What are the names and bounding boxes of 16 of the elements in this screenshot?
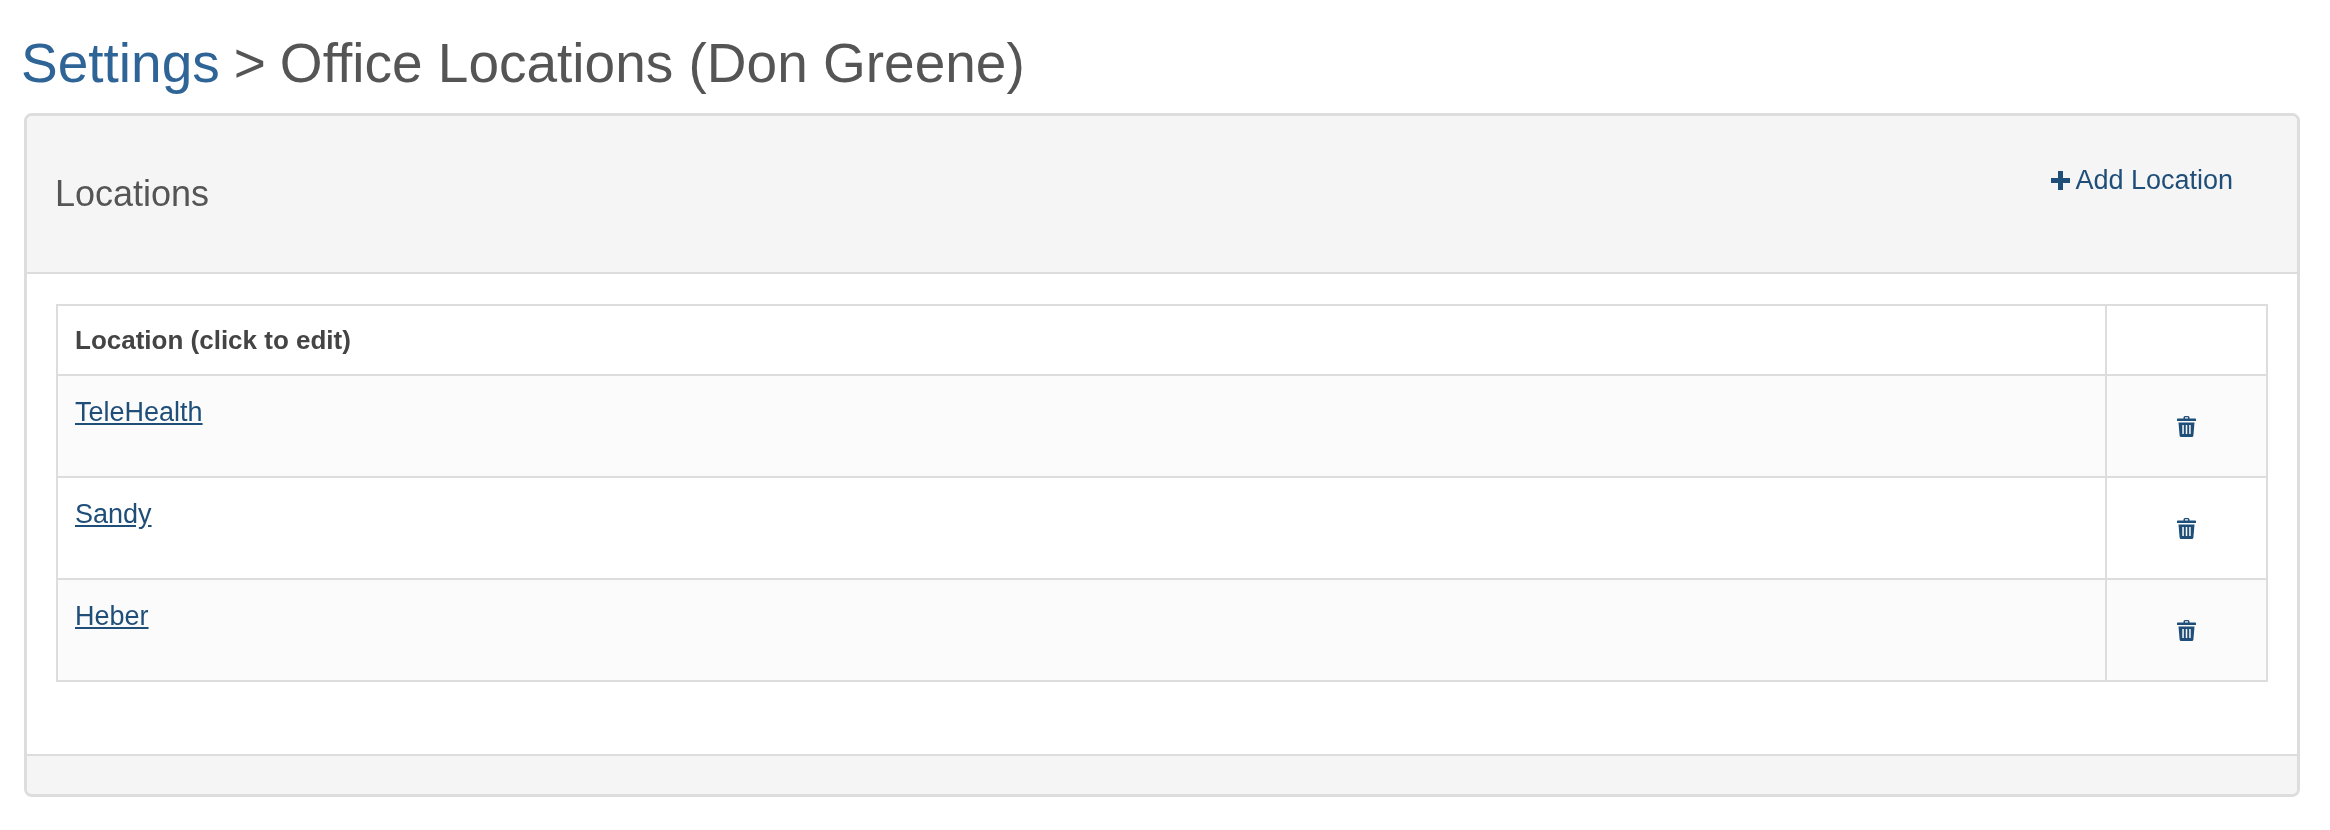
- plus-icon: [2051, 170, 2071, 190]
- page-title: Office Locations (Don Greene): [279, 31, 1025, 96]
- delete-button[interactable]: [2177, 517, 2196, 539]
- add-location-button[interactable]: Add Location: [2051, 160, 2233, 200]
- panel-title: Locations: [55, 172, 210, 216]
- trash-icon: [2177, 517, 2196, 539]
- delete-button[interactable]: [2177, 415, 2196, 437]
- location-link[interactable]: TeleHealth: [75, 397, 203, 427]
- breadcrumb-link[interactable]: Settings: [21, 30, 220, 96]
- trash-icon: [2177, 415, 2196, 437]
- location-link[interactable]: Sandy: [75, 499, 152, 529]
- column-header: Location (click to edit): [57, 305, 2106, 375]
- breadcrumb-separator: >: [233, 31, 266, 96]
- location-link[interactable]: Heber: [75, 601, 149, 631]
- trash-icon: [2177, 619, 2196, 641]
- delete-button[interactable]: [2177, 619, 2196, 641]
